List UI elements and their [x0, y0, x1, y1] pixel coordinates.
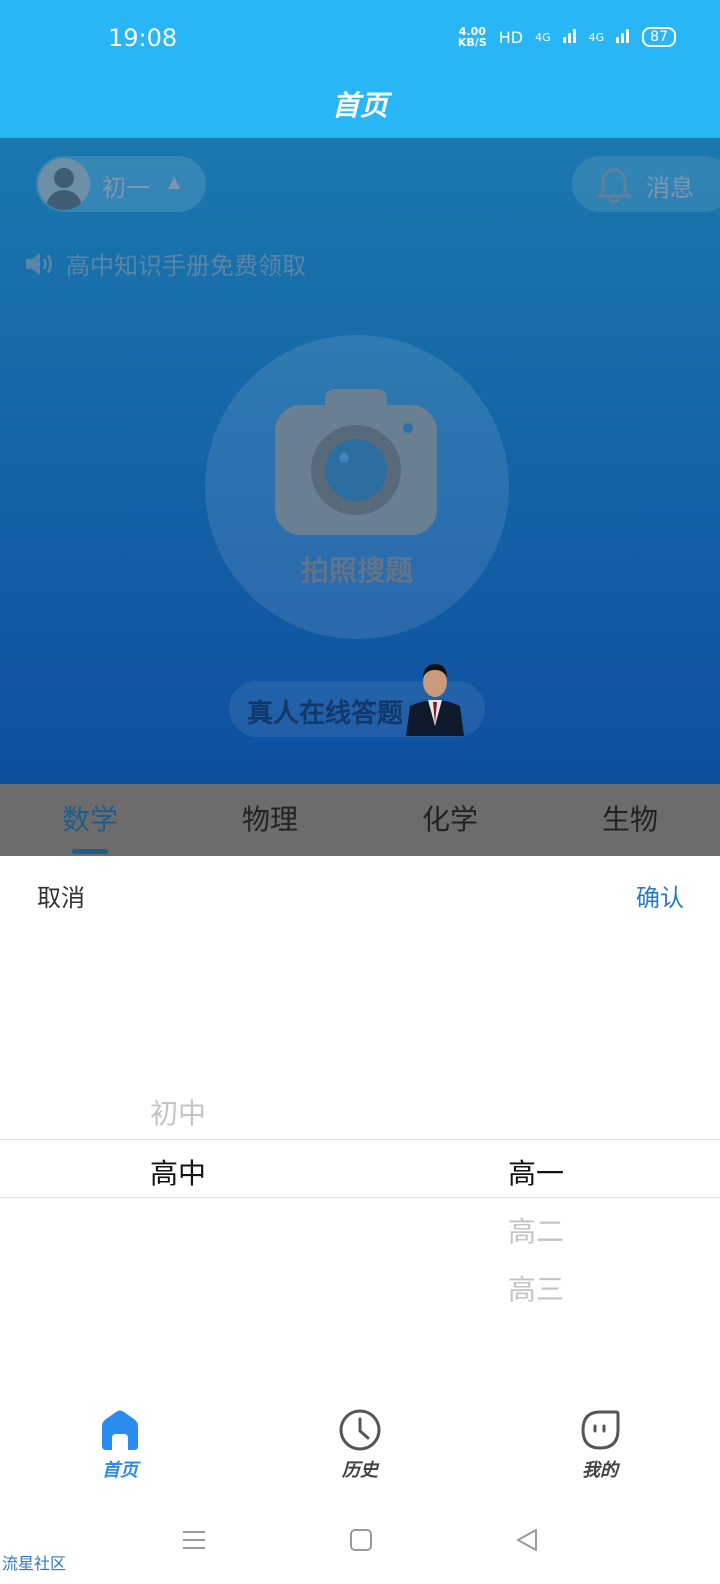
speaker-icon [26, 252, 52, 275]
signal-icon-2: 4G [588, 30, 605, 44]
tab-chemistry[interactable]: 化学 [360, 784, 540, 856]
level-option-selected[interactable]: 高中 [78, 1152, 278, 1192]
clock-icon [339, 1409, 381, 1451]
camera-icon [275, 405, 437, 535]
avatar-head [54, 168, 74, 188]
grade-option-selected[interactable]: 高一 [436, 1152, 636, 1192]
photo-search-label: 拍照搜题 [300, 554, 413, 587]
hero-section: 初一 ▲ 消息 高中知识手册免费领取 拍照搜题 真人在线答题 [0, 138, 720, 784]
status-time: 19:08 [108, 24, 178, 52]
confirm-button[interactable]: 确认 [636, 878, 684, 913]
tab-math[interactable]: 数学 [0, 784, 180, 856]
notice-text: 高中知识手册免费领取 [66, 252, 306, 280]
subject-tabs: 数学 物理 化学 生物 [0, 784, 720, 856]
selection-line-top [0, 1139, 720, 1140]
grade-label: 初一 [102, 174, 150, 202]
notice-bar[interactable]: 高中知识手册免费领取 [24, 246, 306, 281]
signal-bars-icon-2 [616, 27, 630, 47]
tab-biology[interactable]: 生物 [540, 784, 720, 856]
photo-search-button[interactable]: 拍照搜题 [205, 335, 509, 639]
nav-profile[interactable]: 我的 [480, 1386, 720, 1496]
bell-icon [595, 168, 633, 204]
grade-option[interactable]: 高二 [436, 1210, 636, 1250]
battery-icon: 87 [642, 27, 676, 47]
tab-active-indicator [72, 849, 108, 854]
back-icon[interactable] [515, 1527, 539, 1553]
live-answer-label: 真人在线答题 [247, 699, 404, 729]
lens-highlight [339, 453, 349, 463]
teacher-photo [406, 664, 464, 736]
menu-icon[interactable] [181, 1529, 207, 1551]
camera-lens-inner [325, 439, 387, 501]
avatar-body [46, 190, 82, 210]
nav-home[interactable]: 首页 [0, 1386, 240, 1496]
home-square-icon[interactable] [349, 1528, 373, 1552]
nav-profile-label: 我的 [582, 1460, 618, 1481]
app-header: 首页 [0, 78, 720, 138]
camera-lens [311, 425, 401, 515]
signal-icon: 4G [535, 30, 551, 44]
net-speed: 4.00 KB/S [457, 25, 487, 49]
bottom-nav: 首页 历史 我的 [0, 1386, 720, 1496]
messages-label: 消息 [646, 174, 694, 202]
nav-home-label: 首页 [102, 1460, 138, 1481]
caret-up-icon: ▲ [168, 172, 181, 191]
selection-line-bottom [0, 1197, 720, 1198]
tab-physics[interactable]: 物理 [180, 784, 360, 856]
nav-history[interactable]: 历史 [240, 1386, 480, 1496]
system-nav-bar [0, 1496, 720, 1584]
nav-history-label: 历史 [342, 1460, 378, 1481]
page-title: 首页 [331, 89, 388, 122]
watermark: 流星社区 [2, 1554, 67, 1573]
grade-option[interactable]: 高三 [436, 1268, 636, 1308]
camera-flash [403, 423, 413, 433]
grade-picker-sheet: 取消 确认 初中 高中 高一 高二 高三 [0, 856, 720, 1386]
status-bar: 19:08 4.00 KB/S HD 4G 4G 87 [0, 0, 720, 78]
status-icons: 4.00 KB/S HD 4G 4G 87 [458, 26, 676, 48]
hd-indicator: HD [498, 27, 524, 47]
home-icon [102, 1410, 138, 1450]
avatar [38, 158, 90, 210]
grade-selector[interactable]: 初一 ▲ [36, 156, 206, 212]
level-option[interactable]: 初中 [78, 1092, 278, 1132]
profile-icon [581, 1410, 620, 1450]
signal-bars-icon [562, 27, 577, 47]
cancel-button[interactable]: 取消 [37, 878, 85, 913]
messages-button[interactable]: 消息 [572, 156, 720, 212]
